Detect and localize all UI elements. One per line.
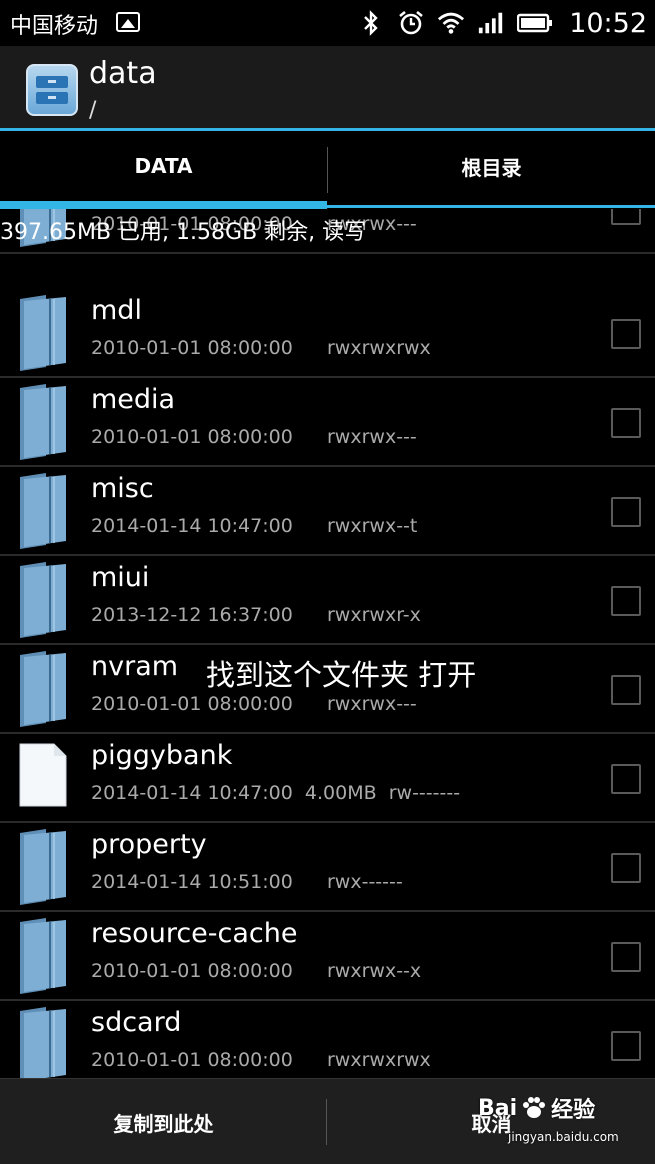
tab-root-directory[interactable]: 根目录: [328, 131, 655, 201]
file-name: resource-cache: [91, 918, 298, 949]
select-checkbox[interactable]: [611, 497, 641, 527]
select-checkbox[interactable]: [611, 853, 641, 883]
list-item[interactable]: sdcard 2010-01-01 08:00:00 rwxrwxrwx: [0, 1001, 655, 1078]
select-checkbox[interactable]: [611, 586, 641, 616]
file-permissions: rwxrwxrwx: [327, 1049, 431, 1071]
status-bar: 中国移动 10:52: [0, 0, 655, 46]
watermark-url: jingyan.baidu.com: [508, 1130, 619, 1144]
file-list[interactable]: 2010-01-01 08:00:00 rwxrwx--- mdl 2010-01…: [0, 209, 655, 1078]
file-meta: 2010-01-01 08:00:00 rwxrwx--x: [91, 960, 421, 982]
folder-icon: [20, 1007, 66, 1078]
file-cabinet-icon[interactable]: [26, 64, 78, 116]
current-path: /: [89, 98, 97, 123]
file-permissions: rwxrwx--x: [327, 960, 422, 982]
signal-icon: [477, 9, 505, 37]
file-date: 2010-01-01 08:00:00: [91, 693, 293, 715]
list-item[interactable]: piggybank 2014-01-14 10:47:00 4.00MB rw-…: [0, 734, 655, 823]
file-meta: 2010-01-01 08:00:00 rwxrwx---: [91, 426, 417, 448]
file-meta: 2014-01-14 10:51:00 rwx------: [91, 871, 403, 893]
action-separator: [326, 1099, 327, 1145]
file-size: 4.00MB: [304, 782, 377, 804]
file-meta: 2010-01-01 08:00:00 rwxrwxrwx: [91, 1049, 431, 1071]
image-notification-icon: [116, 12, 140, 32]
select-checkbox[interactable]: [611, 319, 641, 349]
select-checkbox[interactable]: [611, 408, 641, 438]
clock: 10:52: [569, 7, 647, 39]
file-name: mdl: [91, 295, 142, 326]
select-checkbox[interactable]: [611, 764, 641, 794]
file-permissions: rwxrwx---: [327, 426, 417, 448]
bluetooth-icon: [357, 9, 385, 37]
folder-icon: [20, 918, 66, 994]
folder-icon: [20, 384, 66, 460]
file-date: 2014-01-14 10:51:00: [91, 871, 293, 893]
file-permissions: rwxrwxrwx: [327, 337, 431, 359]
status-icons: 10:52: [357, 6, 647, 40]
list-item[interactable]: miui 2013-12-12 16:37:00 rwxrwxr-x: [0, 556, 655, 645]
tab-data[interactable]: DATA: [0, 131, 327, 201]
folder-icon: [20, 473, 66, 549]
annotation-caption: 找到这个文件夹 打开: [206, 658, 477, 692]
file-date: 2014-01-14 10:47:00: [91, 782, 293, 804]
file-permissions: rwxrwxr-x: [327, 604, 421, 626]
file-date: 2010-01-01 08:00:00: [91, 1049, 293, 1071]
list-item[interactable]: property 2014-01-14 10:51:00 rwx------: [0, 823, 655, 912]
file-date: 2010-01-01 08:00:00: [91, 337, 293, 359]
file-permissions: rw-------: [388, 782, 461, 804]
file-permissions: rwx------: [327, 871, 403, 893]
battery-icon: [517, 9, 553, 37]
file-name: miui: [91, 562, 150, 593]
select-checkbox[interactable]: [611, 675, 641, 705]
file-date: 2010-01-01 08:00:00: [91, 426, 293, 448]
file-name: nvram: [91, 651, 179, 682]
select-checkbox[interactable]: [611, 209, 641, 225]
copy-here-button[interactable]: 复制到此处: [0, 1079, 327, 1164]
folder-icon: [20, 651, 66, 727]
file-icon: [19, 743, 67, 807]
select-checkbox[interactable]: [611, 1031, 641, 1061]
alarm-icon: [397, 9, 425, 37]
storage-info: 397.65MB 已用, 1.58GB 剩余, 读写: [0, 220, 367, 245]
list-item[interactable]: media 2010-01-01 08:00:00 rwxrwx---: [0, 378, 655, 467]
title-bar: data /: [0, 46, 655, 130]
file-date: 2014-01-14 10:47:00: [91, 515, 293, 537]
page-title: data: [89, 56, 157, 91]
wifi-icon: [437, 9, 465, 37]
file-meta: 2013-12-12 16:37:00 rwxrwxr-x: [91, 604, 421, 626]
list-item[interactable]: resource-cache 2010-01-01 08:00:00 rwxrwx…: [0, 912, 655, 1001]
file-name: media: [91, 384, 176, 415]
baidu-watermark: Bai 经验 jingyan.baidu.com: [478, 1092, 619, 1145]
tab-active-indicator: [0, 201, 327, 209]
file-meta: 2010-01-01 08:00:00 rwxrwxrwx: [91, 337, 431, 359]
list-item[interactable]: mdl 2010-01-01 08:00:00 rwxrwxrwx: [0, 289, 655, 378]
watermark-suffix: 经验: [551, 1098, 596, 1123]
file-date: 2013-12-12 16:37:00: [91, 604, 293, 626]
file-name: property: [91, 829, 207, 860]
carrier-name: 中国移动: [10, 14, 99, 39]
list-item[interactable]: misc 2014-01-14 10:47:00 rwxrwx--t: [0, 467, 655, 556]
tab-bar: DATA 根目录: [0, 131, 655, 209]
file-name: misc: [91, 473, 154, 504]
folder-icon: [20, 295, 66, 371]
file-date: 2010-01-01 08:00:00: [91, 960, 293, 982]
folder-icon: [20, 562, 66, 638]
watermark-brand: Bai: [478, 1095, 518, 1121]
file-name: sdcard: [91, 1007, 182, 1038]
folder-icon: [20, 829, 66, 905]
file-meta: 2010-01-01 08:00:00 rwxrwx---: [91, 693, 417, 715]
file-permissions: rwxrwx---: [327, 693, 417, 715]
file-meta: 2014-01-14 10:47:00 4.00MB rw-------: [91, 782, 460, 804]
watermark-logo: Bai 经验: [478, 1092, 595, 1124]
file-meta: 2014-01-14 10:47:00 rwxrwx--t: [91, 515, 417, 537]
paw-icon: [523, 1097, 546, 1118]
file-permissions: rwxrwx--t: [327, 515, 418, 537]
file-name: piggybank: [91, 740, 233, 771]
select-checkbox[interactable]: [611, 942, 641, 972]
